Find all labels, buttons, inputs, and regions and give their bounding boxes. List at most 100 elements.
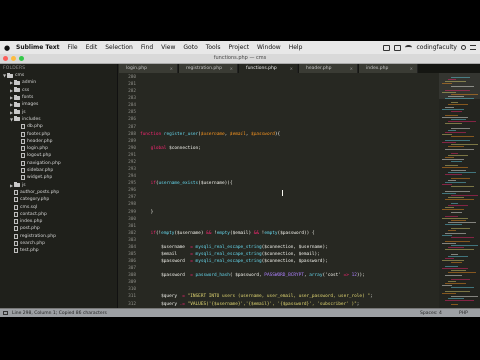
sidebar-file[interactable]: cms.sql [0,203,37,210]
code-line[interactable]: $query = "INSERT INTO users (username, u… [140,293,373,300]
tree-item-label: header.php [27,138,53,144]
tree-item-label: css [22,87,30,93]
tab-close-icon[interactable]: × [230,66,233,71]
menu-selection[interactable]: Selection [101,44,137,51]
minimap-line [445,156,454,158]
sidebar-folder[interactable]: ▶ js [0,182,26,189]
code-token: ; [356,301,363,307]
sidebar-file[interactable]: sidebar.php [0,167,53,174]
tab-registration[interactable]: registration.php × [179,64,238,73]
code-editor[interactable]: 280 281 282 283 284 285 286 287 288 289 290 291 292 2… [119,73,439,308]
sidebar-folder[interactable]: ▼ includes [0,116,41,123]
menu-help[interactable]: Help [285,44,307,51]
code-token: $email [140,252,191,257]
tab-close-icon[interactable]: × [290,66,293,71]
sidebar-file[interactable]: search.php [0,240,45,247]
sidebar-folder[interactable]: ▶ fonts [0,94,33,101]
tab-index[interactable]: index.php × [359,64,418,73]
file-icon [21,168,25,174]
tree-item-label: sidebar.php [27,168,54,174]
menu-app-name[interactable]: Sublime Text [12,44,64,51]
sidebar-file[interactable]: author_posts.php [0,189,59,196]
sidebar-file[interactable]: registration.php [0,233,56,240]
display-icon[interactable] [394,44,402,51]
code-line[interactable]: $username = mysqli_real_escape_string($c… [140,244,328,251]
code-token: $email [229,131,246,137]
sidebar-file[interactable]: post.php [0,225,40,232]
minimap-line [445,123,462,125]
tab-header[interactable]: header.php × [299,64,358,73]
sidebar-file[interactable]: db.php [0,123,43,130]
minimap-line [442,167,468,169]
tree-item-label: search.php [20,241,45,247]
sidebar-file[interactable]: test.php [0,247,39,254]
code-line[interactable]: $password = password_hash( $password, PA… [140,272,365,279]
menu-tools[interactable]: Tools [202,44,225,51]
tab-login[interactable]: login.php × [119,64,178,73]
sidebar-folder[interactable]: ▶ images [0,101,38,108]
mac-menubar: ● Sublime Text File Edit Selection Find … [0,41,480,54]
sidebar-folder[interactable]: ▶ css [0,87,29,94]
code-line[interactable]: if(!empty($username) && !empty($email) &… [140,230,315,237]
code-token: username_exists [158,181,199,187]
minimap-line [445,89,470,91]
spotlight-search-icon[interactable] [461,45,466,50]
minimap-line [442,184,452,186]
code-line[interactable]: } [140,209,154,216]
menu-window[interactable]: Window [253,44,285,51]
line-number: 296 [128,188,136,194]
minimap-line [445,131,466,133]
tab-close-icon[interactable]: × [410,66,413,71]
code-line[interactable]: $email = mysqli_real_escape_string($conn… [140,251,320,258]
line-number: 290 [128,145,136,151]
code-token: empty [216,230,230,236]
tab-functions[interactable]: functions.php × [239,64,298,73]
folder-icon [14,87,20,93]
menu-file[interactable]: File [64,44,82,51]
sidebar-file[interactable]: login.php [0,145,48,152]
wifi-icon[interactable] [405,45,413,50]
minimap-line [448,79,456,81]
sidebar-file[interactable]: index.php [0,218,42,225]
sidebar-file[interactable]: widget.php [0,174,52,181]
code-line[interactable]: global $connection; [140,145,201,152]
indentation-selector[interactable]: Spaces: 4 [420,311,442,316]
screen-record-icon[interactable] [383,44,391,51]
menu-edit[interactable]: Edit [82,44,102,51]
minimap-line [451,135,474,137]
menubar-status-area: codingfaculty [383,44,480,51]
sidebar-file[interactable]: logout.php [0,152,51,159]
menu-find[interactable]: Find [137,44,157,51]
minimap[interactable] [439,73,480,308]
minimap-line [445,140,470,142]
code-line[interactable]: if(username_exists($username)){ [140,180,233,187]
tab-close-icon[interactable]: × [350,66,353,71]
menubar-user-name[interactable]: codingfaculty [416,44,457,51]
sidebar-folder[interactable]: ▼ cms [0,72,24,79]
notification-center-icon[interactable] [470,45,476,50]
apple-menu-icon[interactable]: ● [2,44,12,52]
text-cursor [282,190,283,196]
line-number: 297 [128,195,136,201]
menu-goto[interactable]: Goto [179,44,201,51]
sidebar-file[interactable]: navigation.php [0,160,61,167]
console-toggle-icon[interactable] [3,311,8,315]
syntax-selector[interactable]: PHP [459,311,468,316]
sidebar-file[interactable]: footer.php [0,130,50,137]
tree-item-label: logout.php [27,153,52,159]
file-icon [21,138,25,144]
code-line[interactable]: function register_user($username, $email… [140,131,280,138]
sidebar-file[interactable]: contact.php [0,211,47,218]
menu-view[interactable]: View [157,44,179,51]
sidebar-file[interactable]: header.php [0,138,52,145]
sidebar-folder[interactable]: ▶ js [0,109,26,116]
sidebar-folder[interactable]: ▶ admin [0,79,36,86]
menu-project[interactable]: Project [225,44,254,51]
code-token: mysqli_real_escape_string [195,252,262,257]
sidebar-file[interactable]: category.php [0,196,49,203]
code-line[interactable]: $password = mysqli_real_escape_string($c… [140,258,328,265]
code-line[interactable]: $query .= "VALUES('{$username}','{$email… [140,301,362,308]
tab-close-icon[interactable]: × [170,66,173,71]
folder-sidebar: FOLDERS ▼ cms ▶ admin ▶ css ▶ fonts ▶ images ▶ js ▼ i… [0,64,118,308]
folder-icon [14,116,20,122]
